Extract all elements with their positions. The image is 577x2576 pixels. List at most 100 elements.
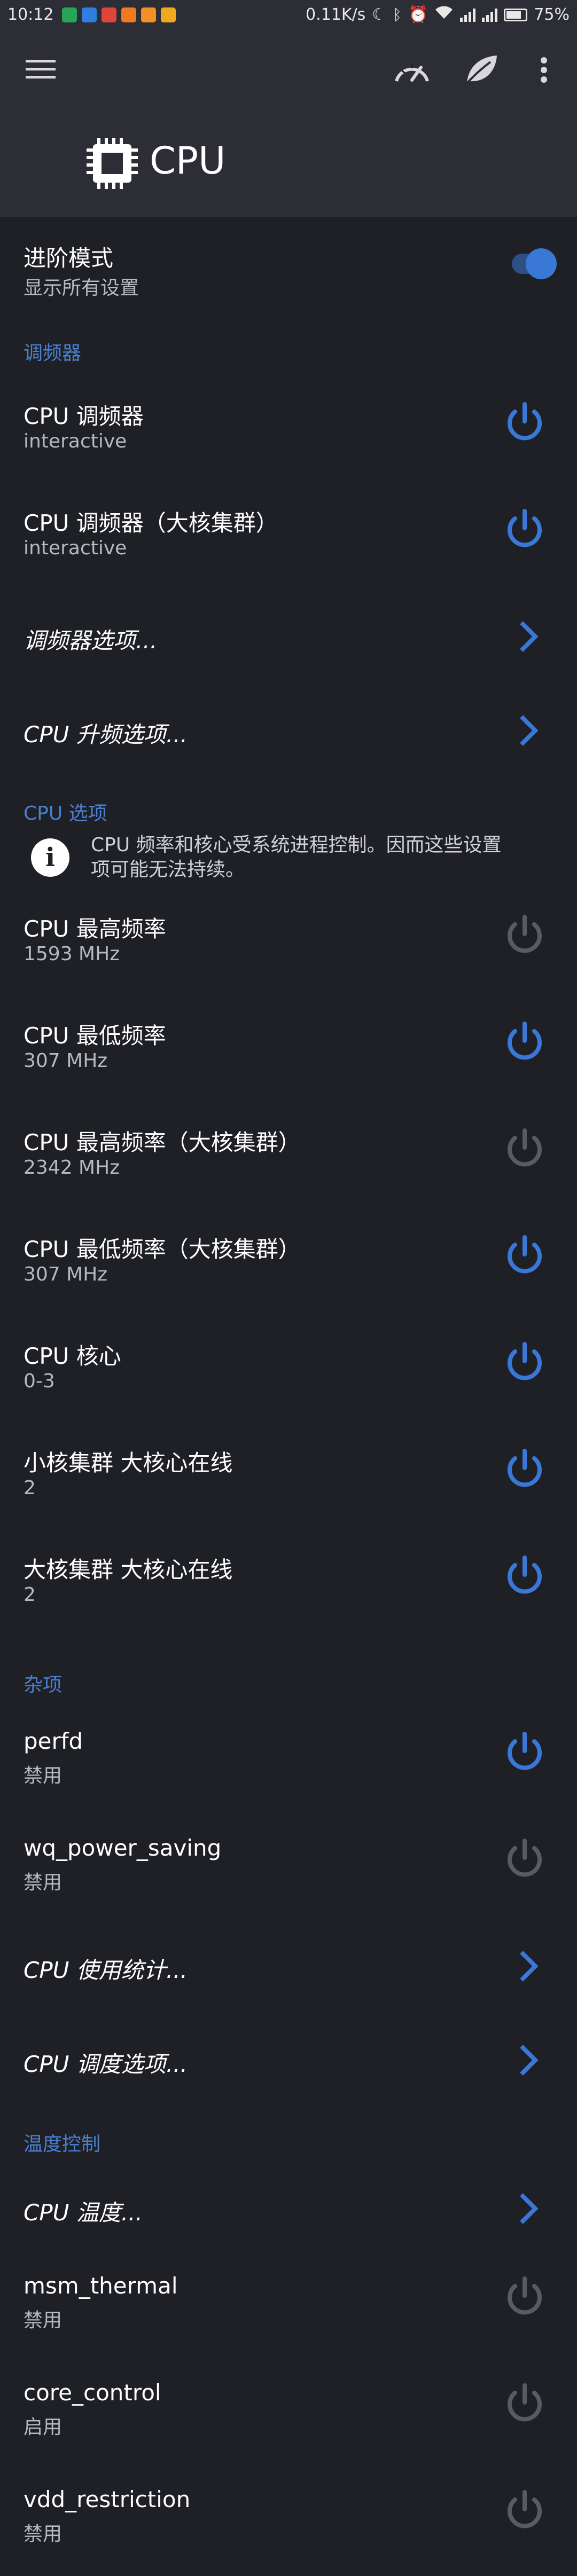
row-title: CPU 温度... <box>24 2200 143 2226</box>
wifi-icon <box>434 0 454 30</box>
cpu-usage-stats-link[interactable]: CPU 使用统计... <box>0 1920 577 2011</box>
power-icon[interactable] <box>503 1554 546 1597</box>
chevron-right-icon <box>520 2045 539 2076</box>
row-subtitle: 启用 <box>24 2416 63 2438</box>
power-icon[interactable] <box>503 1731 546 1773</box>
bluetooth-icon: ᛒ <box>393 6 402 23</box>
chevron-right-icon <box>520 1951 539 1982</box>
power-icon[interactable] <box>503 914 546 956</box>
cpu-scheduler-options-link[interactable]: CPU 调度选项... <box>0 2011 577 2102</box>
cpu-boost-options-link[interactable]: CPU 升频选项... <box>0 681 577 772</box>
row-title: CPU 调度选项... <box>24 2051 188 2077</box>
row-title: msm_thermal <box>24 2273 178 2299</box>
row-title: CPU 调频器（大核集群） <box>24 510 278 536</box>
status-bar: 10:12 0.11K/s ☾ ᛒ ⏰ 75% <box>0 0 577 30</box>
section-misc: 杂项 <box>24 1674 63 1696</box>
cpu-cores-row[interactable]: CPU 核心 0-3 <box>0 1317 577 1424</box>
red-app-icon <box>102 7 117 22</box>
chevron-right-icon <box>520 2193 539 2224</box>
core-control-row[interactable]: core_control 启用 <box>0 2358 577 2465</box>
page-title: CPU <box>150 139 226 183</box>
section-governor: 调频器 <box>24 342 82 364</box>
section-cpu-options: CPU 选项 <box>24 803 107 824</box>
power-icon[interactable] <box>503 1127 546 1170</box>
row-title: CPU 升频选项... <box>24 721 188 748</box>
power-icon[interactable] <box>503 1448 546 1490</box>
app-header: CPU <box>0 30 577 217</box>
moon-icon: ☾ <box>372 5 387 24</box>
yellow-app-icon <box>161 7 176 22</box>
advanced-mode-subtitle: 显示所有设置 <box>24 277 139 299</box>
row-subtitle: interactive <box>24 537 127 559</box>
signal-icon-1 <box>460 8 476 22</box>
status-time: 10:12 <box>7 5 54 24</box>
more-vert-icon[interactable] <box>540 57 548 83</box>
row-title: CPU 使用统计... <box>24 1957 188 1983</box>
speedometer-icon[interactable] <box>393 56 431 83</box>
power-icon[interactable] <box>503 1837 546 1880</box>
row-title: CPU 最低频率 <box>24 1023 166 1049</box>
shield-blue-icon <box>82 7 97 22</box>
net-speed: 0.11K/s <box>306 5 366 24</box>
row-title: wq_power_saving <box>24 1835 222 1861</box>
power-icon[interactable] <box>503 1234 546 1277</box>
advanced-mode-toggle[interactable] <box>526 248 557 279</box>
section-thermal: 温度控制 <box>24 2133 101 2155</box>
cpu-governor-big-row[interactable]: CPU 调频器（大核集群） interactive <box>0 484 577 591</box>
row-title: CPU 核心 <box>24 1343 121 1369</box>
leaf-icon[interactable] <box>463 53 499 85</box>
power-icon[interactable] <box>503 2275 546 2318</box>
row-subtitle: 307 MHz <box>24 1050 108 1072</box>
row-subtitle: 禁用 <box>24 1872 63 1894</box>
wq-power-saving-row[interactable]: wq_power_saving 禁用 <box>0 1813 577 1920</box>
power-icon[interactable] <box>503 1341 546 1384</box>
row-title: core_control <box>24 2379 161 2406</box>
info-icon: i <box>31 838 69 877</box>
alarm-icon: ⏰ <box>408 5 428 24</box>
row-subtitle: 禁用 <box>24 1765 63 1787</box>
chevron-right-icon <box>520 621 539 652</box>
info-note: i CPU 频率和核心受系统进程控制。因而这些设置项可能无法持续。 <box>0 831 577 890</box>
row-subtitle: 307 MHz <box>24 1263 108 1285</box>
chevron-right-icon <box>520 715 539 746</box>
cpu-max-freq-big-row[interactable]: CPU 最高频率（大核集群） 2342 MHz <box>0 1103 577 1210</box>
row-subtitle: 2 <box>24 1477 36 1499</box>
cpu-governor-row[interactable]: CPU 调频器 interactive <box>0 377 577 484</box>
hamburger-icon[interactable] <box>26 59 56 80</box>
cpu-temperature-link[interactable]: CPU 温度... <box>0 2161 577 2251</box>
orange-app-icon <box>121 7 137 22</box>
little-cluster-online-row[interactable]: 小核集群 大核心在线 2 <box>0 1424 577 1530</box>
cpu-min-freq-row[interactable]: CPU 最低频率 307 MHz <box>0 996 577 1103</box>
info-note-text: CPU 频率和核心受系统进程控制。因而这些设置项可能无法持续。 <box>91 834 502 881</box>
cpu-min-freq-big-row[interactable]: CPU 最低频率（大核集群） 307 MHz <box>0 1210 577 1317</box>
power-icon[interactable] <box>503 1020 546 1063</box>
row-subtitle: 禁用 <box>24 2523 63 2545</box>
perfd-row[interactable]: perfd 禁用 <box>0 1707 577 1813</box>
governor-options-link[interactable]: 调频器选项... <box>0 591 577 681</box>
row-title: CPU 最高频率 <box>24 916 166 942</box>
row-title: CPU 最高频率（大核集群） <box>24 1129 301 1156</box>
power-icon[interactable] <box>503 2382 546 2425</box>
power-icon[interactable] <box>503 508 546 551</box>
battery-percent: 75% <box>534 5 570 24</box>
shield-app-icon <box>62 7 77 22</box>
cpu-max-freq-row[interactable]: CPU 最高频率 1593 MHz <box>0 890 577 996</box>
row-subtitle: 1593 MHz <box>24 943 120 965</box>
signal-icon-2 <box>482 8 498 22</box>
msm-thermal-row[interactable]: msm_thermal 禁用 <box>0 2251 577 2358</box>
advanced-mode-row[interactable]: 进阶模式 显示所有设置 <box>0 217 577 302</box>
cpu-chip-icon <box>85 137 139 192</box>
advanced-mode-title: 进阶模式 <box>24 245 114 271</box>
vdd-restriction-row[interactable]: vdd_restriction 禁用 <box>0 2465 577 2572</box>
row-subtitle: interactive <box>24 430 127 452</box>
battery-icon <box>504 9 528 21</box>
row-title: CPU 最低频率（大核集群） <box>24 1236 301 1262</box>
row-title: 调频器选项... <box>24 627 158 654</box>
row-title: 小核集群 大核心在线 <box>24 1450 233 1476</box>
power-icon[interactable] <box>503 2489 546 2532</box>
power-icon[interactable] <box>503 401 546 444</box>
row-subtitle: 2 <box>24 1584 36 1606</box>
big-cluster-online-row[interactable]: 大核集群 大核心在线 2 <box>0 1530 577 1637</box>
row-title: CPU 调频器 <box>24 403 144 429</box>
row-subtitle: 禁用 <box>24 2310 63 2331</box>
